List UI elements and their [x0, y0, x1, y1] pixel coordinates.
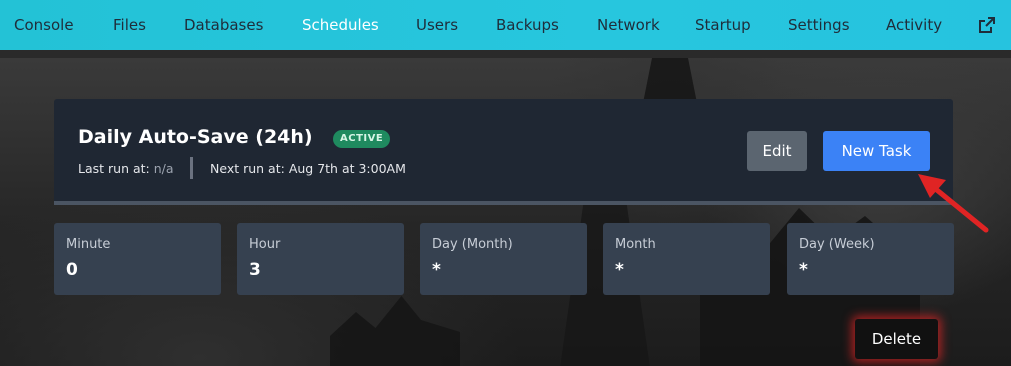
- cron-hour: Hour 3: [237, 223, 404, 295]
- cron-value: *: [799, 260, 808, 280]
- nav-network[interactable]: Network: [597, 0, 660, 50]
- next-run-info: Next run at: Aug 7th at 3:00AM: [210, 161, 406, 176]
- cron-label: Day (Week): [799, 237, 875, 252]
- cron-label: Day (Month): [432, 237, 513, 252]
- last-run-label: Last run at:: [78, 161, 150, 176]
- nav-console[interactable]: Console: [14, 0, 74, 50]
- cron-label: Month: [615, 237, 656, 252]
- cron-label: Hour: [249, 237, 281, 252]
- nav-settings[interactable]: Settings: [788, 0, 850, 50]
- last-run-info: Last run at: n/a: [78, 161, 174, 176]
- status-badge: ACTIVE: [333, 130, 391, 148]
- next-run-label: Next run at:: [210, 161, 285, 176]
- next-run-value: Aug 7th at 3:00AM: [288, 161, 406, 176]
- edit-button[interactable]: Edit: [747, 131, 807, 171]
- nav-users[interactable]: Users: [416, 0, 458, 50]
- schedule-title: Daily Auto-Save (24h): [78, 126, 313, 148]
- meta-divider: [190, 157, 193, 179]
- external-link-icon[interactable]: [978, 16, 996, 34]
- delete-button[interactable]: Delete: [855, 319, 938, 359]
- nav-databases[interactable]: Databases: [184, 0, 263, 50]
- nav-files[interactable]: Files: [113, 0, 146, 50]
- top-navbar: Console Files Databases Schedules Users …: [0, 0, 1011, 50]
- cron-value: 3: [249, 260, 261, 280]
- annotation-arrow-icon: [918, 174, 989, 233]
- schedule-header-card: [54, 99, 953, 205]
- cron-value: 0: [66, 260, 78, 280]
- background-silhouette: [330, 296, 460, 366]
- nav-backups[interactable]: Backups: [496, 0, 559, 50]
- cron-day-month: Day (Month) *: [420, 223, 587, 295]
- last-run-value: n/a: [153, 161, 174, 176]
- cron-month: Month *: [603, 223, 770, 295]
- cron-value: *: [615, 260, 624, 280]
- nav-startup[interactable]: Startup: [695, 0, 751, 50]
- cron-minute: Minute 0: [54, 223, 221, 295]
- nav-activity[interactable]: Activity: [886, 0, 942, 50]
- new-task-button[interactable]: New Task: [823, 131, 930, 171]
- nav-schedules[interactable]: Schedules: [302, 0, 379, 50]
- cron-label: Minute: [66, 237, 111, 252]
- cron-value: *: [432, 260, 441, 280]
